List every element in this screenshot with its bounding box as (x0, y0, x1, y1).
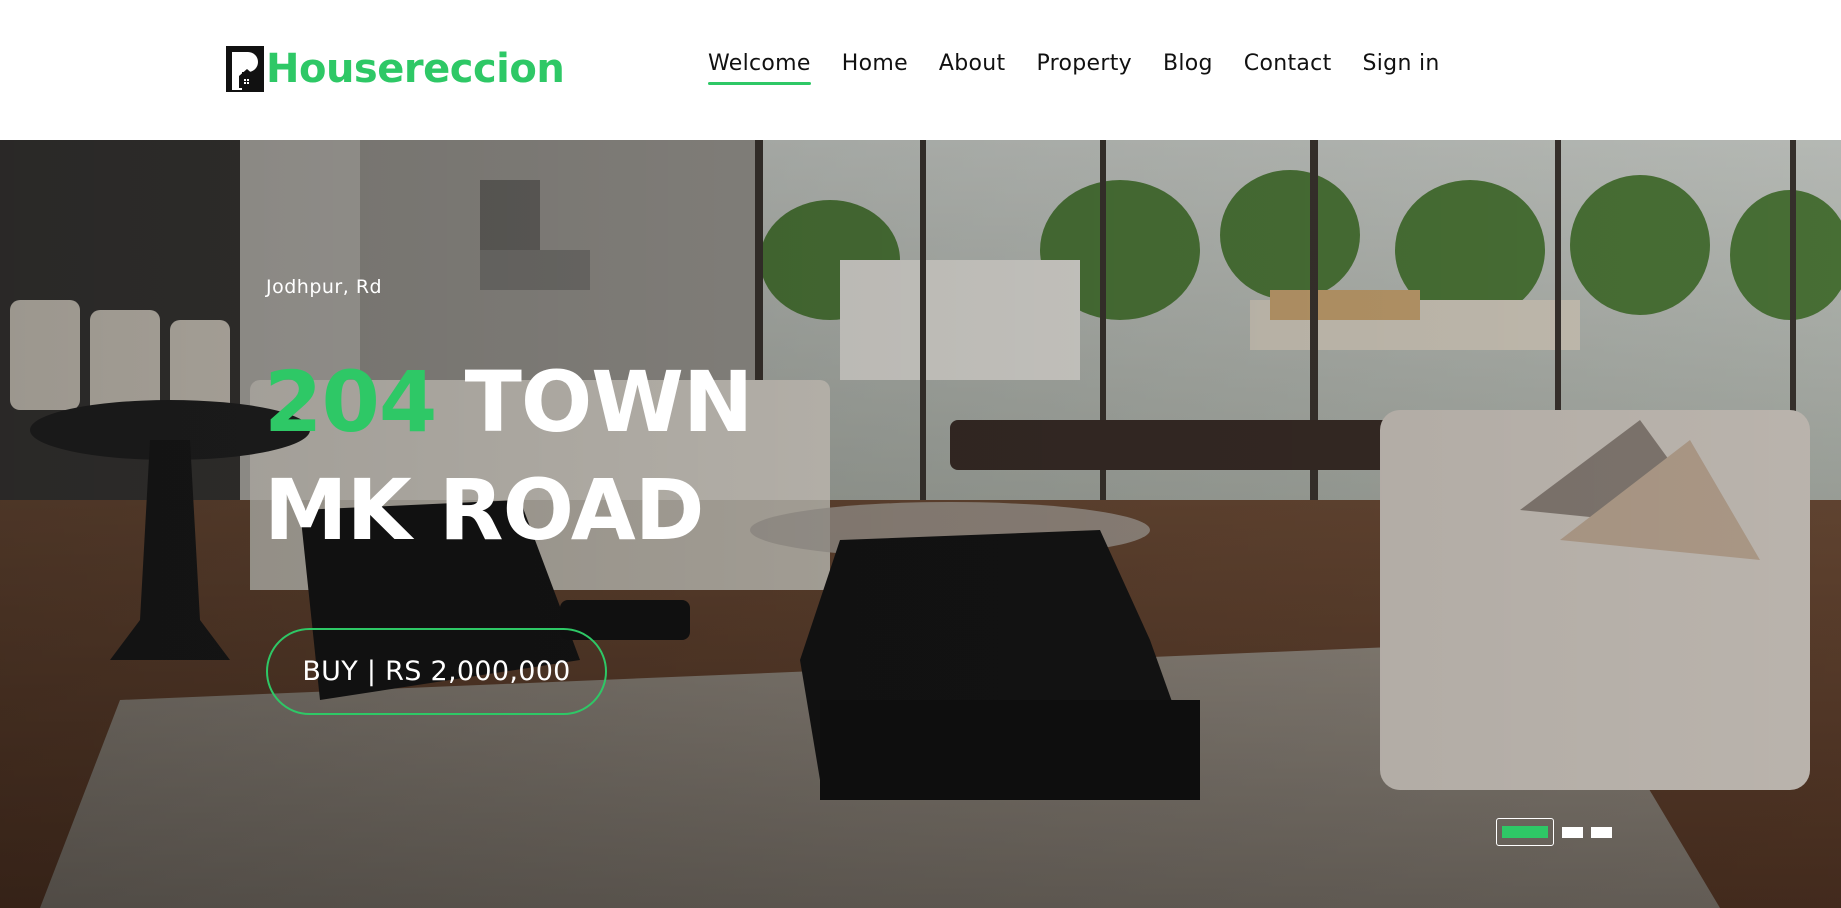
slider-indicators (1496, 818, 1612, 846)
nav-item-welcome[interactable]: Welcome (708, 44, 811, 85)
brand-name: Housereccion (266, 46, 565, 92)
nav-item-sign-in[interactable]: Sign in (1363, 44, 1440, 84)
property-title-line2: MK ROAD (264, 461, 704, 559)
site-header: Housereccion Welcome Home About Property… (0, 0, 1841, 140)
nav-item-about[interactable]: About (939, 44, 1006, 84)
brand-logo[interactable]: Housereccion (226, 44, 565, 94)
nav-item-contact[interactable]: Contact (1244, 44, 1332, 84)
house-logo-icon (226, 46, 264, 92)
property-title-line1: TOWN (464, 353, 754, 451)
property-title: 204 TOWN MK ROAD (264, 348, 964, 564)
slide-indicator-1-fill (1502, 826, 1548, 838)
nav-item-blog[interactable]: Blog (1163, 44, 1213, 84)
hero-slider: Jodhpur, Rd 204 TOWN MK ROAD BUY | RS 2,… (0, 140, 1841, 908)
nav-item-home[interactable]: Home (842, 44, 908, 84)
slide-indicator-3[interactable] (1591, 826, 1612, 838)
main-nav: Welcome Home About Property Blog Contact… (708, 44, 1440, 85)
property-number: 204 (264, 353, 437, 451)
slide-indicator-2[interactable] (1562, 826, 1583, 838)
property-location: Jodhpur, Rd (266, 276, 383, 298)
buy-price-button[interactable]: BUY | RS 2,000,000 (266, 628, 607, 715)
nav-item-property[interactable]: Property (1036, 44, 1132, 84)
slide-indicator-1[interactable] (1496, 818, 1554, 846)
